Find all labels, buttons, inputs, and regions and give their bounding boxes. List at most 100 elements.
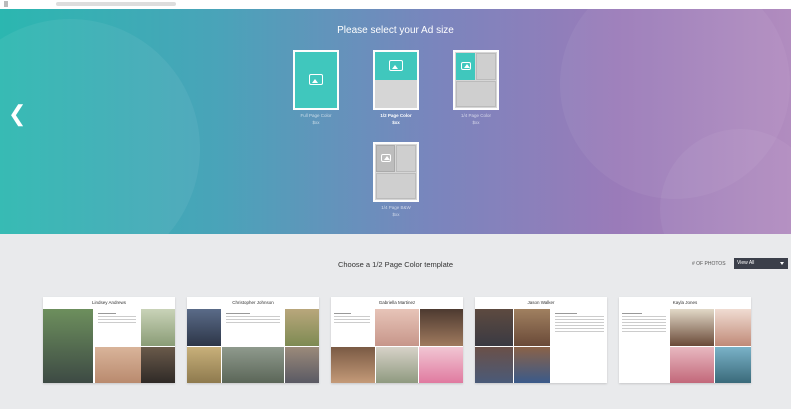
ad-size-thumb-half	[373, 50, 419, 110]
ad-size-option-half[interactable]: 1/2 Page Color $xx	[366, 50, 426, 125]
text-line	[622, 322, 666, 323]
text-line	[622, 319, 666, 320]
text-line	[555, 325, 604, 326]
ad-size-hero: Please select your Ad size ❮ Full Page C…	[0, 9, 791, 234]
text-line	[226, 316, 280, 317]
text-line	[98, 316, 136, 317]
template-photo	[420, 309, 463, 346]
text-line	[555, 313, 577, 314]
template-card-body	[619, 309, 751, 383]
ad-size-block	[376, 173, 416, 199]
text-line	[622, 331, 666, 332]
template-card-name: Lindsey Andrews	[91, 300, 127, 305]
text-line	[98, 319, 136, 320]
image-icon	[380, 154, 391, 162]
template-card-name: Gabriella Martinez	[378, 300, 416, 305]
template-photo	[514, 347, 550, 383]
template-section-title: Choose a 1/2 Page Color template	[337, 260, 454, 269]
text-line	[622, 316, 666, 317]
hero-decor	[0, 19, 200, 234]
template-photo	[670, 309, 714, 346]
template-photo	[475, 347, 513, 383]
text-line	[226, 322, 280, 323]
text-line	[622, 313, 642, 314]
text-line	[226, 313, 250, 314]
text-line	[334, 313, 351, 314]
template-card[interactable]: Kayla Jones	[619, 297, 751, 383]
ad-size-label: Full Page Color	[300, 113, 332, 118]
template-text-block	[552, 311, 607, 381]
template-photo	[187, 347, 221, 383]
text-line	[622, 328, 666, 329]
template-card-body	[331, 309, 463, 383]
text-line	[555, 322, 604, 323]
text-line	[622, 325, 666, 326]
ad-size-block	[476, 53, 496, 80]
text-line	[555, 331, 604, 332]
text-line	[98, 322, 136, 323]
ad-size-price: $xx	[472, 120, 480, 125]
text-line	[226, 319, 280, 320]
top-strip-mark	[4, 1, 8, 7]
hero-title: Please select your Ad size	[337, 25, 454, 36]
template-photo	[419, 347, 463, 383]
template-photo	[95, 347, 141, 383]
photos-count-select[interactable]: View All	[734, 258, 788, 269]
template-photo	[331, 347, 375, 383]
chevron-left-icon[interactable]: ❮	[8, 102, 26, 126]
ad-size-label: 1/2 Page Color	[380, 113, 412, 118]
template-card[interactable]: Gabriella Martinez	[331, 297, 463, 383]
ad-size-price: $xx	[392, 120, 400, 125]
text-line	[555, 328, 604, 329]
template-photo	[475, 309, 513, 346]
ad-size-option-quarter-bw[interactable]: 1/4 Page B&W $xx	[366, 142, 426, 217]
ad-size-block	[456, 81, 496, 107]
ad-size-label: 1/4 Page Color	[460, 113, 492, 118]
text-line	[98, 313, 116, 314]
template-card[interactable]: Jason Walker	[475, 297, 607, 383]
template-photo	[141, 309, 175, 346]
top-strip	[0, 0, 791, 9]
template-photo	[285, 309, 319, 346]
template-text-block	[223, 311, 283, 347]
template-card-body	[43, 309, 175, 383]
image-icon	[460, 62, 471, 70]
text-line	[555, 319, 604, 320]
text-line	[555, 316, 604, 317]
template-card-name: Christopher Johnson	[232, 300, 274, 305]
photos-count-label: # OF PHOTOS	[692, 261, 726, 267]
ad-size-thumb-full	[293, 50, 339, 110]
text-line	[334, 319, 370, 320]
template-card-name: Kayla Jones	[672, 300, 698, 305]
ad-size-thumb-quarter	[453, 50, 499, 110]
template-text-block	[619, 311, 669, 381]
template-photo	[715, 309, 751, 346]
top-strip-bar	[56, 2, 176, 6]
template-photo	[43, 309, 93, 383]
ad-size-block	[396, 145, 416, 172]
template-photo	[222, 347, 284, 383]
template-photo	[514, 309, 550, 346]
template-photo	[285, 347, 319, 383]
template-card-name: Jason Walker	[527, 300, 555, 305]
ad-size-price: $xx	[392, 212, 400, 217]
template-photo	[187, 309, 221, 346]
ad-size-price: $xx	[312, 120, 320, 125]
image-icon	[389, 60, 403, 71]
caret-down-icon	[780, 262, 784, 265]
template-photo	[376, 347, 418, 383]
ad-size-option-quarter[interactable]: 1/4 Page Color $xx	[446, 50, 506, 125]
text-line	[334, 322, 370, 323]
template-card[interactable]: Christopher Johnson	[187, 297, 319, 383]
text-line	[334, 316, 370, 317]
template-photo	[715, 347, 751, 383]
template-card[interactable]: Lindsey Andrews	[43, 297, 175, 383]
ad-size-option-full[interactable]: Full Page Color $xx	[286, 50, 346, 125]
photos-count-value: View All	[737, 260, 755, 266]
template-text-block	[331, 311, 373, 347]
template-card-body	[475, 309, 607, 383]
template-text-block	[95, 311, 139, 347]
template-photo	[141, 347, 175, 383]
template-photo	[375, 309, 419, 346]
ad-size-label: 1/4 Page B&W	[381, 205, 411, 210]
